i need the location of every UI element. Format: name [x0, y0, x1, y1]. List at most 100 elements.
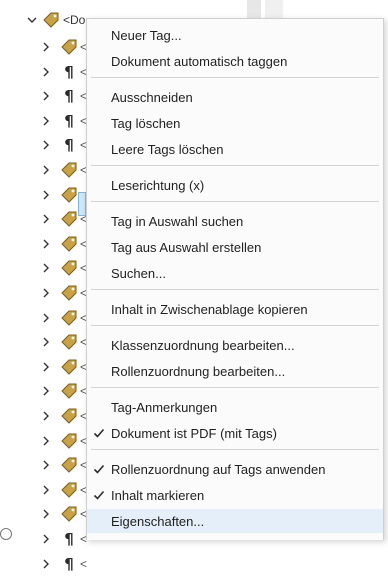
tree-row[interactable]: ¶ < — [40, 84, 87, 108]
tree-row[interactable]: < — [40, 306, 87, 330]
tree-row[interactable]: < — [40, 355, 87, 379]
tree-row-label: < — [80, 556, 88, 571]
chevron-right-icon[interactable] — [40, 211, 52, 227]
chevron-right-icon[interactable] — [40, 88, 52, 104]
tree-row[interactable]: ¶ < — [40, 60, 87, 84]
chevron-right-icon[interactable] — [40, 556, 52, 572]
tree-row[interactable]: < — [40, 429, 87, 453]
menu-item[interactable]: Dokument automatisch taggen — [87, 49, 383, 73]
chevron-right-icon[interactable] — [40, 531, 52, 547]
tree-row[interactable]: < — [40, 453, 87, 477]
menu-item-label: Tag löschen — [111, 115, 181, 131]
menu-item[interactable]: Leserichtung (x) — [87, 173, 383, 197]
chevron-right-icon[interactable] — [40, 137, 52, 153]
menu-item[interactable]: Dokument ist PDF (mit Tags) — [87, 421, 383, 445]
tag-icon — [60, 456, 78, 474]
menu-item[interactable]: Rollenzuordnung bearbeiten... — [87, 359, 383, 383]
menu-item[interactable]: Tag aus Auswahl erstellen — [87, 235, 383, 259]
chevron-right-icon[interactable] — [40, 383, 52, 399]
tree-row[interactable]: < — [40, 330, 87, 354]
chevron-right-icon[interactable] — [40, 457, 52, 473]
menu-item[interactable]: Rollenzuordnung auf Tags anwenden — [87, 457, 383, 481]
menu-item-label: Tag in Auswahl suchen — [111, 213, 244, 229]
chevron-right-icon[interactable] — [40, 310, 52, 326]
menu-item[interactable]: Klassenzuordnung bearbeiten... — [87, 333, 383, 357]
chevron-right-icon[interactable] — [40, 162, 52, 178]
tree-row[interactable]: ¶ < — [40, 109, 87, 133]
chevron-right-icon[interactable] — [40, 359, 52, 375]
checkmark-icon — [93, 489, 105, 501]
paragraph-icon: ¶ — [64, 554, 74, 573]
chevron-right-icon[interactable] — [40, 482, 52, 498]
chevron-right-icon[interactable] — [40, 113, 52, 129]
menu-item-label: Leserichtung (x) — [111, 177, 205, 193]
menu-item[interactable]: Leere Tags löschen — [87, 137, 383, 161]
menu-item[interactable]: Inhalt markieren — [87, 483, 383, 507]
tree-row[interactable]: ¶ < — [40, 527, 87, 551]
menu-item-label: Tag-Anmerkungen — [111, 399, 218, 415]
chevron-right-icon[interactable] — [40, 408, 52, 424]
menu-item[interactable]: Tag löschen — [87, 111, 383, 135]
tree-root-label: <Do — [63, 13, 86, 27]
tree-row[interactable]: < — [40, 404, 87, 428]
tree-row[interactable]: < — [40, 281, 87, 305]
menu-item[interactable]: Suchen... — [87, 261, 383, 285]
tree-row[interactable]: < — [40, 256, 87, 280]
chevron-right-icon[interactable] — [40, 39, 52, 55]
selected-row-highlight — [78, 192, 86, 216]
chevron-right-icon[interactable] — [40, 506, 52, 522]
paragraph-icon: ¶ — [64, 62, 74, 81]
tag-icon — [60, 259, 78, 277]
menu-item[interactable]: Eigenschaften... — [87, 509, 383, 533]
paragraph-icon: ¶ — [64, 111, 74, 130]
menu-separator — [91, 449, 379, 450]
chevron-right-icon[interactable] — [40, 285, 52, 301]
context-menu: Neuer Tag... Dokument automatisch taggen A… — [86, 18, 384, 540]
tree-row[interactable]: ¶ < — [40, 133, 87, 157]
tag-icon — [60, 358, 78, 376]
tree-root-row[interactable]: <Do — [26, 8, 85, 32]
paragraph-icon: ¶ — [64, 530, 74, 548]
tree-row[interactable]: < — [40, 232, 87, 256]
menu-item[interactable]: Neuer Tag... — [87, 23, 383, 47]
tree-row[interactable]: ¶ < — [40, 552, 87, 576]
menu-item-label: Dokument ist PDF (mit Tags) — [111, 425, 277, 441]
tag-icon — [60, 407, 78, 425]
tag-icon — [60, 161, 78, 179]
menu-item-label: Inhalt in Zwischenablage kopieren — [111, 301, 308, 317]
chevron-right-icon[interactable] — [40, 433, 52, 449]
chevron-right-icon[interactable] — [40, 334, 52, 350]
tree-row[interactable]: < — [40, 158, 87, 182]
menu-item[interactable]: Inhalt in Zwischenablage kopieren — [87, 297, 383, 321]
tag-icon — [42, 11, 60, 29]
tree-row[interactable]: < — [40, 35, 87, 59]
checkmark-icon — [93, 427, 105, 439]
chevron-right-icon[interactable] — [40, 64, 52, 80]
tag-icon — [60, 481, 78, 499]
scroll-edge-icon — [0, 528, 12, 540]
menu-separator — [91, 325, 379, 326]
tag-icon — [60, 186, 78, 204]
menu-item[interactable]: Tag in Auswahl suchen — [87, 209, 383, 233]
tree-row[interactable]: < — [40, 379, 87, 403]
menu-item-label: Neuer Tag... — [111, 27, 182, 43]
menu-separator — [91, 77, 379, 78]
tag-icon — [60, 382, 78, 400]
menu-item[interactable]: Ausschneiden — [87, 85, 383, 109]
menu-item-label: Tag aus Auswahl erstellen — [111, 239, 262, 255]
menu-item-label: Inhalt markieren — [111, 487, 205, 503]
checkmark-icon — [93, 463, 105, 475]
chevron-right-icon[interactable] — [40, 260, 52, 276]
chevron-down-icon[interactable] — [26, 12, 38, 28]
tag-icon — [60, 432, 78, 450]
chevron-right-icon[interactable] — [40, 236, 52, 252]
menu-item-label: Rollenzuordnung auf Tags anwenden — [111, 461, 326, 477]
tree-row[interactable]: < — [40, 502, 87, 526]
chevron-right-icon[interactable] — [40, 187, 52, 203]
menu-item-label: Klassenzuordnung bearbeiten... — [111, 337, 295, 353]
menu-item[interactable]: Tag-Anmerkungen — [87, 395, 383, 419]
menu-item-label: Dokument automatisch taggen — [111, 53, 288, 69]
tag-icon — [60, 38, 78, 56]
tree-row[interactable]: < — [40, 478, 87, 502]
paragraph-icon: ¶ — [64, 136, 74, 155]
